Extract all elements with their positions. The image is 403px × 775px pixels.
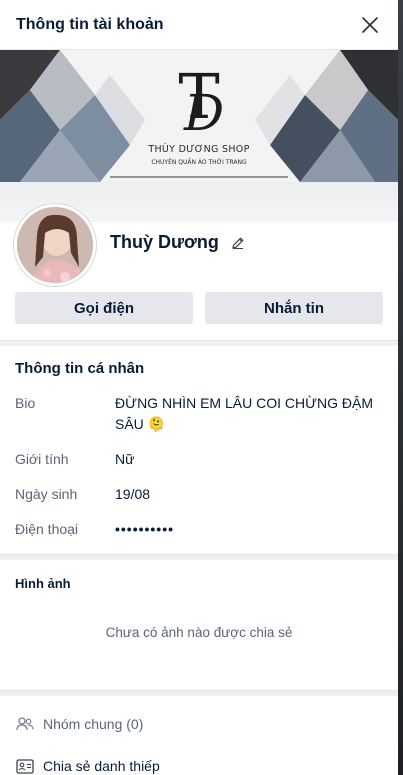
- info-row-bio: Bio ĐỪNG NHÌN EM LÂU COI CHỪNG ĐẬM SÂU 🫠: [15, 393, 383, 435]
- info-label: Điện thoại: [15, 521, 79, 537]
- profile-section: Thuỳ Dương: [0, 204, 398, 292]
- info-row-phone: Điện thoại ••••••••••: [15, 519, 383, 540]
- personal-info-title: Thông tin cá nhân: [15, 360, 145, 377]
- profile-name: Thuỳ Dương: [110, 232, 219, 252]
- background-window-edge: [398, 0, 403, 775]
- panel-title: Thông tin tài khoản: [16, 15, 164, 33]
- info-label: Giới tính: [15, 451, 69, 467]
- info-row-gender: Giới tính Nữ: [15, 449, 383, 470]
- action-buttons: Gọi điện Nhắn tin: [0, 292, 398, 340]
- links-section: Nhóm chung (0) Chia sẻ danh thiếp: [0, 696, 398, 775]
- cover-photo[interactable]: T D THÙY DƯƠNG SHOP CHUYÊN QUẦN ÁO THỜI …: [0, 50, 398, 182]
- share-card-link[interactable]: Chia sẻ danh thiếp: [15, 752, 383, 775]
- message-button[interactable]: Nhắn tin: [205, 292, 383, 324]
- share-card-label: Chia sẻ danh thiếp: [43, 758, 160, 774]
- images-title: Hình ảnh: [15, 576, 71, 591]
- avatar[interactable]: [14, 204, 96, 286]
- info-value: ••••••••••: [115, 521, 175, 537]
- contact-card-icon: [15, 756, 35, 775]
- brand-name: THÙY DƯƠNG SHOP: [148, 144, 250, 155]
- common-groups-label: Nhóm chung (0): [43, 716, 144, 732]
- images-section: Hình ảnh Chưa có ảnh nào được chia sẻ: [0, 560, 398, 690]
- info-row-birthday: Ngày sinh 19/08: [15, 484, 383, 505]
- common-groups-link[interactable]: Nhóm chung (0): [15, 710, 383, 738]
- panel-header: Thông tin tài khoản: [0, 0, 398, 50]
- personal-info-section: Thông tin cá nhân Bio ĐỪNG NHÌN EM LÂU C…: [0, 346, 398, 540]
- brand-tagline: CHUYÊN QUẦN ÁO THỜI TRANG: [151, 159, 247, 166]
- images-empty-text: Chưa có ảnh nào được chia sẻ: [105, 625, 293, 640]
- info-label: Bio: [15, 395, 36, 411]
- info-value: Nữ: [115, 451, 135, 467]
- edit-icon[interactable]: [229, 234, 247, 252]
- svg-text:D: D: [183, 84, 224, 142]
- info-value: 19/08: [115, 486, 151, 502]
- close-icon[interactable]: [358, 13, 382, 37]
- info-label: Ngày sinh: [15, 486, 78, 502]
- call-button[interactable]: Gọi điện: [15, 292, 193, 324]
- account-info-panel: Thông tin tài khoản T D THÙY DƯƠNG SHOP …: [0, 0, 398, 775]
- info-value: ĐỪNG NHÌN EM LÂU COI CHỪNG ĐẬM SÂU 🫠: [115, 395, 374, 432]
- group-icon: [15, 714, 35, 734]
